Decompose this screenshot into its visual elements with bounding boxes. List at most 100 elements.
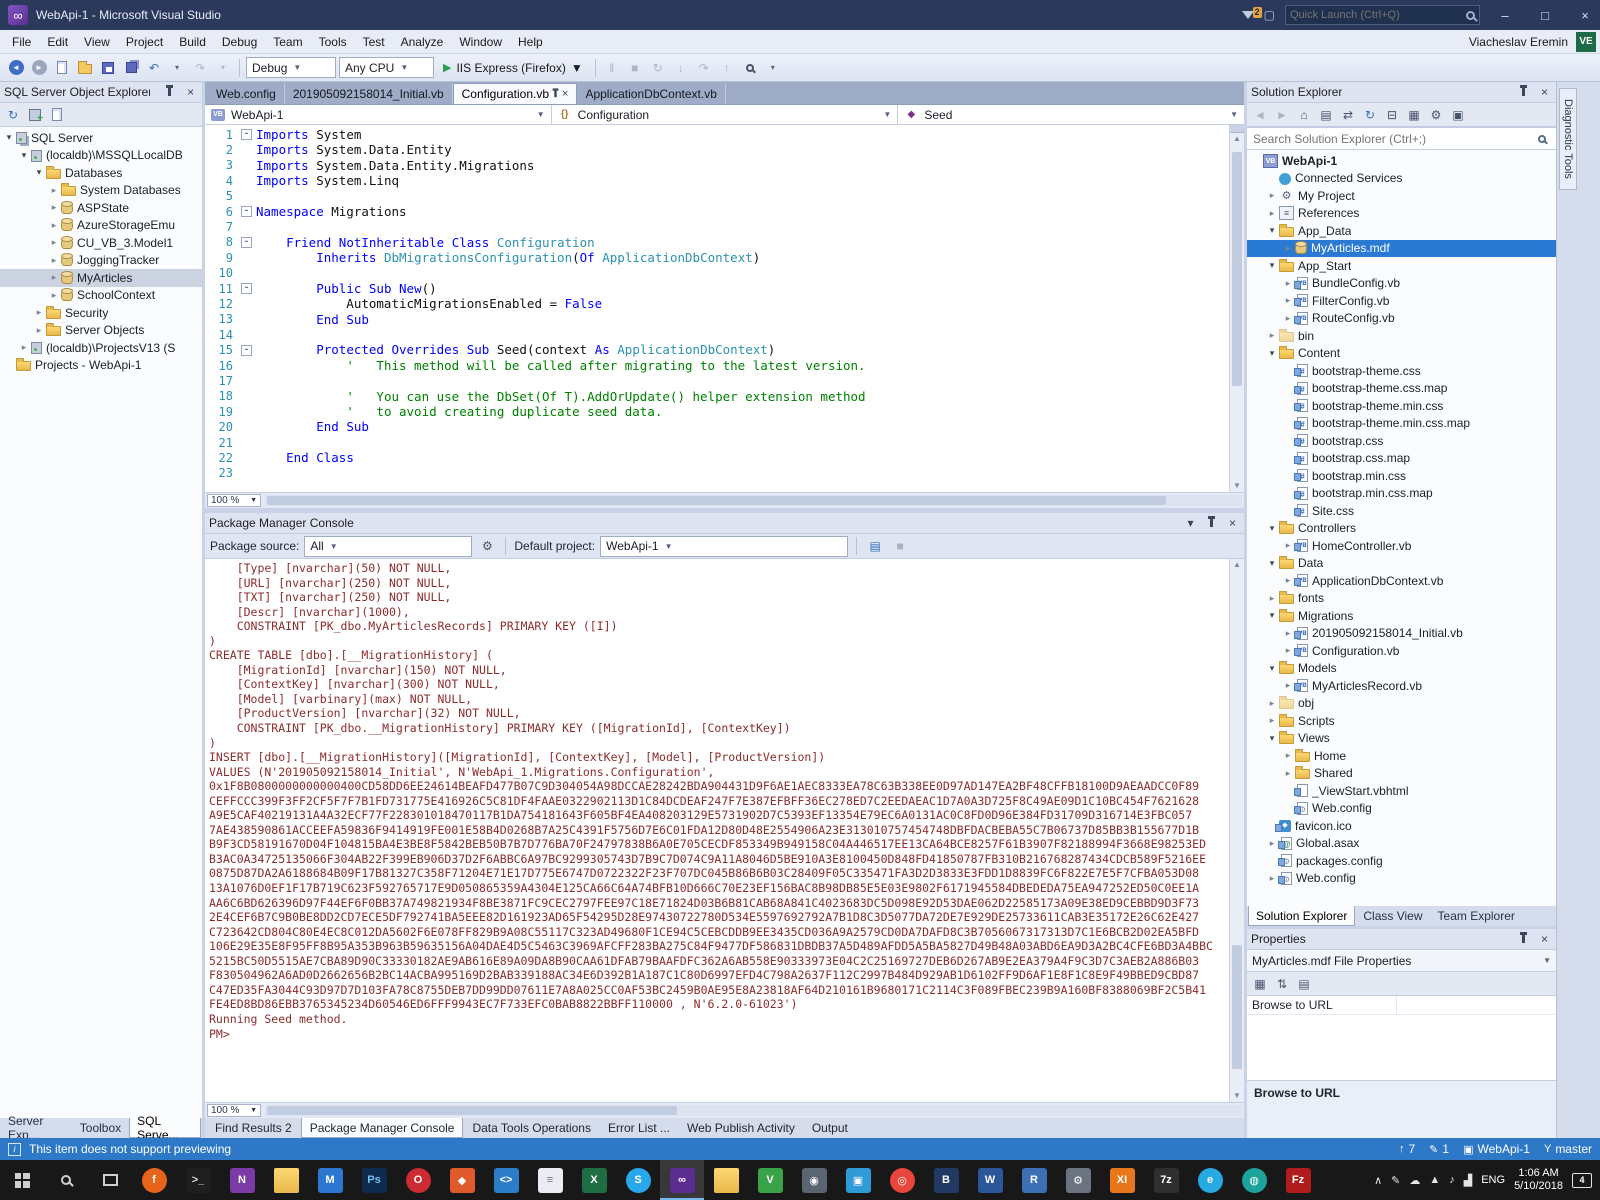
- solution-explorer-header[interactable]: Solution Explorer ×: [1247, 82, 1556, 103]
- expander-icon[interactable]: [1266, 348, 1278, 359]
- tray-expand-icon[interactable]: ∧: [1374, 1174, 1382, 1187]
- tree-item[interactable]: HomeController.vb: [1247, 537, 1556, 555]
- code-line[interactable]: 23: [205, 466, 1229, 481]
- menu-item[interactable]: Analyze: [393, 30, 452, 54]
- close-icon[interactable]: ×: [1537, 932, 1552, 947]
- quick-launch-input[interactable]: [1290, 9, 1466, 21]
- scrollbar-thumb[interactable]: [267, 1106, 678, 1115]
- tree-item[interactable]: Controllers: [1247, 520, 1556, 538]
- tree-item[interactable]: MyArticlesRecord.vb: [1247, 677, 1556, 695]
- diagnostic-tools-tab[interactable]: Diagnostic Tools: [1559, 88, 1577, 190]
- property-row[interactable]: Browse to URL: [1247, 996, 1556, 1015]
- expander-icon[interactable]: [48, 272, 60, 283]
- expander-icon[interactable]: [18, 342, 30, 353]
- expander-icon[interactable]: [1266, 733, 1278, 744]
- tree-item[interactable]: Views: [1247, 730, 1556, 748]
- tree-item[interactable]: Data: [1247, 555, 1556, 573]
- tree-item[interactable]: bootstrap.min.css: [1247, 467, 1556, 485]
- action-center-button[interactable]: 4: [1572, 1172, 1592, 1188]
- fold-toggle[interactable]: [241, 222, 252, 233]
- tree-item[interactable]: System Databases: [0, 182, 202, 200]
- fold-toggle[interactable]: [241, 329, 252, 340]
- close-icon[interactable]: ×: [183, 85, 198, 100]
- undo-icon[interactable]: ↶: [144, 57, 164, 79]
- tray-pen-icon[interactable]: ✎: [1391, 1174, 1400, 1187]
- tree-item[interactable]: (localdb)\MSSQLLocalDB: [0, 147, 202, 165]
- tree-item[interactable]: References: [1247, 205, 1556, 223]
- find-in-files-icon[interactable]: [740, 57, 760, 79]
- tree-item[interactable]: FilterConfig.vb: [1247, 292, 1556, 310]
- tree-item[interactable]: bootstrap-theme.min.css: [1247, 397, 1556, 415]
- expander-icon[interactable]: [48, 202, 60, 213]
- code-line[interactable]: 9 Inherits DbMigrationsConfiguration(Of …: [205, 250, 1229, 265]
- taskbar-folder2-icon[interactable]: [704, 1160, 748, 1200]
- expander-icon[interactable]: [1266, 593, 1278, 604]
- tree-item[interactable]: Server Objects: [0, 322, 202, 340]
- taskbar-app-icon-4[interactable]: ◍: [1232, 1160, 1276, 1200]
- expander-icon[interactable]: [1282, 645, 1294, 656]
- menu-item[interactable]: File: [4, 30, 39, 54]
- code-line[interactable]: 12 AutomaticMigrationsEnabled = False: [205, 296, 1229, 311]
- tool-window-tab[interactable]: Data Tools Operations: [464, 1118, 599, 1138]
- taskbar-vscode-icon[interactable]: <>: [484, 1160, 528, 1200]
- taskbar-app-icon-1[interactable]: ◆: [440, 1160, 484, 1200]
- code-line[interactable]: 17: [205, 373, 1229, 388]
- fold-toggle[interactable]: [241, 468, 252, 479]
- editor-horizontal-scrollbar[interactable]: [265, 495, 1242, 506]
- tree-item[interactable]: AzureStorageEmu: [0, 217, 202, 235]
- code-line[interactable]: 2 Imports System.Data.Entity: [205, 142, 1229, 157]
- pin-icon[interactable]: [1204, 516, 1219, 531]
- tree-item[interactable]: bootstrap-theme.min.css.map: [1247, 415, 1556, 433]
- menu-item[interactable]: Edit: [39, 30, 76, 54]
- scrollbar-thumb[interactable]: [1232, 151, 1242, 387]
- tree-item[interactable]: MyArticles.mdf: [1247, 239, 1556, 257]
- tree-item[interactable]: Security: [0, 304, 202, 322]
- menu-item[interactable]: Debug: [214, 30, 265, 54]
- document-tab[interactable]: Configuration.vb ×: [452, 83, 578, 104]
- tree-item[interactable]: Migrations: [1247, 607, 1556, 625]
- code-line[interactable]: 14: [205, 327, 1229, 342]
- expander-icon[interactable]: [1266, 523, 1278, 534]
- tool-window-tab[interactable]: Error List ...: [600, 1118, 678, 1138]
- repository-indicator[interactable]: ▣ WebApi-1: [1463, 1142, 1530, 1156]
- expander-icon[interactable]: [1266, 838, 1278, 849]
- show-all-files-icon[interactable]: ▦: [1404, 104, 1424, 126]
- tree-item[interactable]: Projects - WebApi-1: [0, 357, 202, 375]
- tree-item[interactable]: Global.asax: [1247, 835, 1556, 853]
- fold-toggle[interactable]: [241, 437, 252, 448]
- navigate-back-icon[interactable]: ◄: [6, 57, 26, 79]
- document-tab[interactable]: ApplicationDbContext.vb ×: [577, 83, 726, 104]
- taskbar-onenote-icon[interactable]: N: [220, 1160, 264, 1200]
- expander-icon[interactable]: [1282, 313, 1294, 324]
- type-dropdown[interactable]: {} Configuration ▼: [552, 105, 899, 124]
- scroll-up-icon[interactable]: ▲: [1233, 133, 1241, 145]
- tree-item[interactable]: (localdb)\ProjectsV13 (S: [0, 339, 202, 357]
- code-line[interactable]: 13 End Sub: [205, 312, 1229, 327]
- save-icon[interactable]: [98, 57, 118, 79]
- maximize-button[interactable]: □: [1530, 0, 1560, 30]
- package-source-settings-button[interactable]: ⚙: [477, 535, 497, 557]
- expander-icon[interactable]: [1266, 558, 1278, 569]
- taskbar-app-icon-2[interactable]: V: [748, 1160, 792, 1200]
- code-line[interactable]: 16 ' This method will be called after mi…: [205, 358, 1229, 373]
- taskbar-firefox-icon[interactable]: f: [132, 1160, 176, 1200]
- step-over-icon[interactable]: ↷: [694, 57, 714, 79]
- tree-item[interactable]: favicon.ico: [1247, 817, 1556, 835]
- tray-cloud-icon[interactable]: ☁: [1409, 1174, 1420, 1187]
- expander-icon[interactable]: [1266, 715, 1278, 726]
- collapse-all-icon[interactable]: ⊟: [1382, 104, 1402, 126]
- menu-item[interactable]: Project: [118, 30, 171, 54]
- tree-item[interactable]: obj: [1247, 695, 1556, 713]
- expander-icon[interactable]: [1282, 295, 1294, 306]
- tree-item[interactable]: Models: [1247, 660, 1556, 678]
- tree-item[interactable]: ASPState: [0, 199, 202, 217]
- panel-tab[interactable]: Server Exp...: [1, 1114, 72, 1142]
- tree-item[interactable]: Configuration.vb: [1247, 642, 1556, 660]
- expander-icon[interactable]: [1266, 208, 1278, 219]
- code-line[interactable]: 3 Imports System.Data.Entity.Migrations: [205, 158, 1229, 173]
- code-line[interactable]: 7: [205, 219, 1229, 234]
- categorized-icon[interactable]: ▦: [1250, 973, 1270, 995]
- taskbar-terminal-icon[interactable]: >_: [176, 1160, 220, 1200]
- menu-item[interactable]: Test: [355, 30, 393, 54]
- properties-header[interactable]: Properties ×: [1247, 929, 1556, 950]
